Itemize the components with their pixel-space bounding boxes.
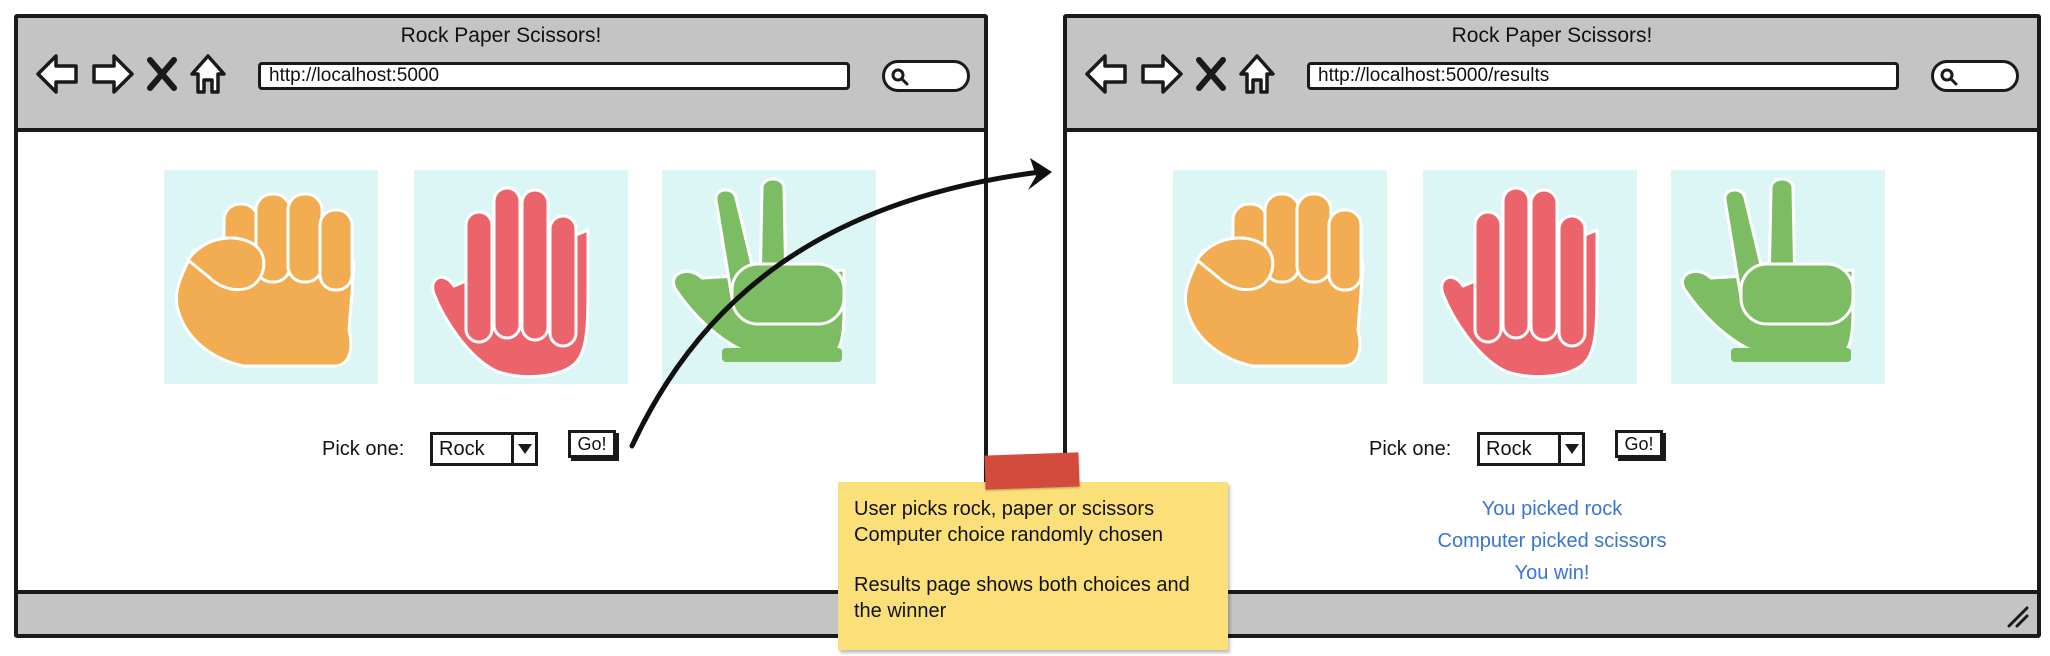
note-line: Results page shows both choices and: [854, 574, 1190, 596]
note-line: Computer choice randomly chosen: [854, 524, 1164, 546]
note-line: the winner: [854, 600, 947, 622]
tape-strip: [984, 452, 1080, 490]
note-line: User picks rock, paper or scissors: [854, 498, 1155, 520]
sticky-note: User picks rock, paper or scissors Compu…: [838, 482, 1228, 650]
